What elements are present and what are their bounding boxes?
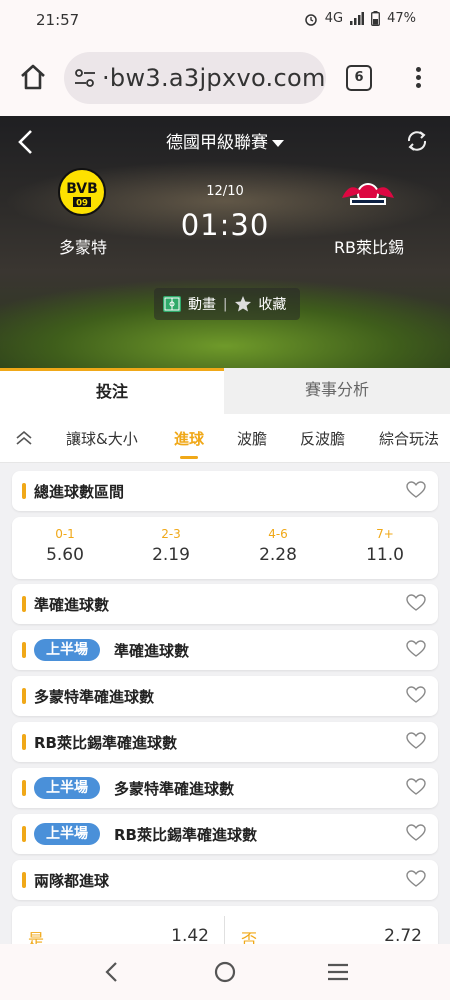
market-total-goals-range[interactable]: 總進球數區間 (12, 471, 438, 511)
market-first-half-exact-goals[interactable]: 上半場 準確進球數 (12, 630, 438, 670)
odd-label: 4-6 (268, 527, 288, 541)
market-title: 兩隊都進球 (34, 872, 110, 890)
accent-bar (22, 688, 26, 704)
tab-combined[interactable]: 綜合玩法 (379, 428, 439, 449)
status-time: 21:57 (36, 11, 80, 29)
accent-bar (22, 872, 26, 888)
match-header: 德國甲級聯賽 BVB 09 12/10 01:30 多蒙特 RB萊比錫 動畫 |… (0, 116, 450, 368)
odd-label: 0-1 (55, 527, 75, 541)
market-first-half-away-exact-goals[interactable]: 上半場 RB萊比錫準確進球數 (12, 814, 438, 854)
animation-button[interactable]: 動畫 (188, 294, 216, 314)
away-team-name: RB萊比錫 (333, 238, 405, 257)
caret-down-icon (272, 139, 284, 147)
nav-home-icon[interactable] (211, 958, 239, 986)
odd-cell[interactable]: 0-1 5.60 (12, 517, 118, 579)
first-half-badge: 上半場 (34, 823, 100, 845)
battery-icon (371, 11, 381, 26)
collapse-all-icon[interactable] (14, 428, 34, 448)
market-title: RB萊比錫準確進球數 (34, 734, 177, 752)
heart-icon[interactable] (406, 824, 426, 842)
favorite-button[interactable]: 收藏 (258, 294, 286, 314)
tab-betting[interactable]: 投注 (0, 368, 224, 414)
odd-value: 11.0 (366, 545, 404, 565)
home-team-name: 多蒙特 (58, 238, 107, 257)
pitch-animation-icon[interactable] (162, 295, 182, 313)
market-home-exact-goals[interactable]: 多蒙特準確進球數 (12, 676, 438, 716)
accent-bar (22, 826, 26, 842)
odd-value: 2.72 (384, 926, 422, 946)
heart-icon[interactable] (406, 778, 426, 796)
league-name: 德國甲級聯賽 (166, 133, 268, 153)
alarm-icon (304, 13, 317, 26)
battery-percent: 47% (387, 11, 416, 26)
svg-text:09: 09 (76, 199, 88, 209)
accent-bar (22, 596, 26, 612)
first-half-badge: 上半場 (34, 777, 100, 799)
odd-value: 2.28 (259, 545, 297, 565)
odd-label: 2-3 (161, 527, 181, 541)
accent-bar (22, 780, 26, 796)
signal-icon (350, 12, 365, 25)
market-title: 準確進球數 (114, 642, 190, 660)
home-icon[interactable] (18, 62, 48, 92)
odd-value: 5.60 (46, 545, 84, 565)
odd-cell[interactable]: 7+ 11.0 (332, 517, 438, 579)
market-both-teams-score[interactable]: 兩隊都進球 (12, 860, 438, 900)
tab-correct-score[interactable]: 波膽 (237, 428, 267, 449)
match-date: 12/10 (206, 184, 244, 199)
star-icon[interactable] (234, 295, 252, 313)
market-category-tabs: 讓球&大小 進球 波膽 反波膽 綜合玩法 (0, 414, 450, 463)
main-tabs: 投注 賽事分析 (0, 368, 450, 414)
address-bar[interactable]: ·bw3.a3jpxvo.com (64, 52, 326, 104)
url-text: ·bw3.a3jpxvo.com (102, 64, 326, 92)
odd-cell[interactable]: 2-3 2.19 (118, 517, 224, 579)
odd-value: 1.42 (171, 926, 209, 946)
divider: | (223, 296, 228, 312)
league-selector[interactable]: 德國甲級聯賽 (0, 128, 450, 153)
total-goals-odds: 0-1 5.60 2-3 2.19 4-6 2.28 7+ 11.0 (12, 517, 438, 579)
status-icons: 4G 47% (304, 11, 416, 26)
odd-cell[interactable]: 4-6 2.28 (225, 517, 331, 579)
heart-icon[interactable] (406, 870, 426, 888)
browser-toolbar: ·bw3.a3jpxvo.com 6 (0, 42, 450, 116)
market-exact-goals[interactable]: 準確進球數 (12, 584, 438, 624)
heart-icon[interactable] (406, 732, 426, 750)
market-title: 準確進球數 (34, 596, 110, 614)
tab-anti-correct-score[interactable]: 反波膽 (300, 428, 345, 449)
network-label: 4G (324, 11, 344, 26)
refresh-icon[interactable] (404, 128, 430, 154)
system-nav-bar (0, 944, 450, 1000)
market-title: 多蒙特準確進球數 (34, 688, 155, 706)
heart-icon[interactable] (406, 594, 426, 612)
nav-back-icon[interactable] (98, 958, 126, 986)
status-bar: 21:57 4G 47% (0, 0, 450, 42)
first-half-badge: 上半場 (34, 639, 100, 661)
accent-bar (22, 734, 26, 750)
tab-analysis[interactable]: 賽事分析 (224, 368, 450, 414)
more-menu-icon[interactable] (408, 64, 428, 92)
tab-goals[interactable]: 進球 (174, 428, 204, 459)
odd-value: 2.19 (152, 545, 190, 565)
market-first-half-home-exact-goals[interactable]: 上半場 多蒙特準確進球數 (12, 768, 438, 808)
tab-handicap-overunder[interactable]: 讓球&大小 (66, 428, 138, 449)
market-title: 總進球數區間 (34, 483, 125, 501)
heart-icon[interactable] (406, 640, 426, 658)
market-away-exact-goals[interactable]: RB萊比錫準確進球數 (12, 722, 438, 762)
heart-icon[interactable] (406, 481, 426, 499)
accent-bar (22, 483, 26, 499)
heart-icon[interactable] (406, 686, 426, 704)
accent-bar (22, 642, 26, 658)
match-actions: 動畫 | 收藏 (154, 288, 300, 320)
market-title: 多蒙特準確進球數 (114, 780, 235, 798)
tab-switcher-button[interactable]: 6 (346, 65, 372, 91)
odd-label: 7+ (376, 527, 394, 541)
nav-recents-icon[interactable] (324, 958, 352, 986)
market-title: RB萊比錫準確進球數 (114, 826, 257, 844)
site-settings-icon[interactable] (74, 68, 96, 88)
